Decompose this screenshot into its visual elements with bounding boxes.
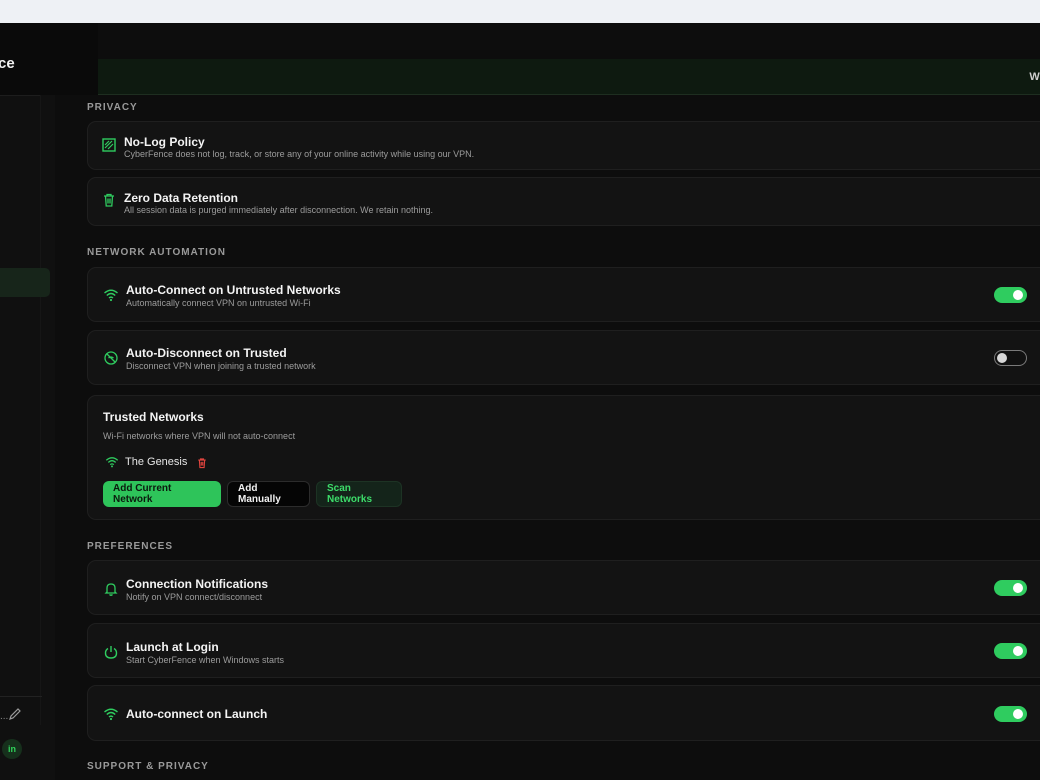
trusted-networks-desc: Wi-Fi networks where VPN will not auto-c… (103, 431, 296, 441)
toggle-knob (1013, 583, 1023, 593)
launch-at-login-title: Launch at Login (126, 640, 219, 654)
auto-connect-untrusted-toggle[interactable] (994, 287, 1027, 303)
trusted-networks-card: Trusted Networks Wi-Fi networks where VP… (87, 395, 1040, 520)
auto-disconnect-trusted-desc: Disconnect VPN when joining a trusted ne… (126, 361, 316, 371)
app-window: ... in ce W PRIVACY No-Log Policy CyberF… (0, 23, 1040, 780)
auto-disconnect-trusted-title: Auto-Disconnect on Trusted (126, 346, 287, 360)
zero-retention-title: Zero Data Retention (124, 191, 239, 205)
auto-disconnect-trusted-card: Auto-Disconnect on Trusted Disconnect VP… (87, 330, 1040, 385)
auto-connect-launch-title: Auto-connect on Launch (126, 707, 268, 721)
trusted-networks-title: Trusted Networks (103, 410, 204, 424)
no-log-title: No-Log Policy (124, 135, 205, 149)
connection-notifications-title: Connection Notifications (126, 577, 268, 591)
add-manually-button[interactable]: Add Manually (227, 481, 310, 507)
brand-divider (0, 95, 40, 96)
auto-connect-launch-toggle[interactable] (994, 706, 1027, 722)
trusted-network-item: The Genesis (105, 454, 208, 470)
trash-icon (101, 192, 117, 208)
wifi-icon (103, 706, 119, 722)
scan-networks-button[interactable]: Scan Networks (316, 481, 402, 507)
wifi-icon (105, 455, 119, 469)
app-title: ce (0, 55, 15, 72)
sidebar-footer-divider (0, 696, 42, 697)
brand-header: ce (0, 23, 98, 95)
edit-icon[interactable] (8, 707, 22, 721)
zero-retention-desc: All session data is purged immediately a… (124, 205, 434, 215)
connection-notifications-toggle[interactable] (994, 580, 1027, 596)
auto-disconnect-trusted-toggle[interactable] (994, 350, 1027, 366)
window-top-bar (0, 0, 1040, 23)
launch-at-login-card: Launch at Login Start CyberFence when Wi… (87, 623, 1040, 678)
no-log-desc: CyberFence does not log, track, or store… (124, 149, 475, 159)
sidebar-divider (40, 95, 41, 725)
wifi-icon (103, 287, 119, 303)
sidebar-item-active[interactable] (0, 268, 50, 297)
no-log-policy-card: No-Log Policy CyberFence does not log, t… (87, 121, 1040, 170)
zero-retention-card: Zero Data Retention All session data is … (87, 177, 1040, 226)
bell-icon (103, 581, 119, 597)
add-current-network-button[interactable]: Add Current Network (103, 481, 221, 507)
delete-network-icon[interactable] (196, 456, 208, 469)
connection-notifications-card: Connection Notifications Notify on VPN c… (87, 560, 1040, 615)
section-title-privacy: PRIVACY (87, 102, 138, 113)
section-title-support-privacy: SUPPORT & PRIVACY (87, 761, 209, 772)
status-banner: W (98, 59, 1040, 95)
section-title-network-automation: NETWORK AUTOMATION (87, 247, 226, 258)
section-title-preferences: PREFERENCES (87, 541, 174, 552)
toggle-knob (1013, 709, 1023, 719)
sidebar: ... in (0, 23, 55, 780)
auto-connect-untrusted-desc: Automatically connect VPN on untrusted W… (126, 298, 311, 308)
toggle-knob (1013, 646, 1023, 656)
launch-at-login-desc: Start CyberFence when Windows starts (126, 655, 285, 665)
trusted-network-name: The Genesis (125, 456, 188, 468)
auto-connect-untrusted-title: Auto-Connect on Untrusted Networks (126, 283, 341, 297)
auto-connect-launch-card: Auto-connect on Launch (87, 685, 1040, 741)
banner-text: W (1029, 71, 1040, 83)
connection-notifications-desc: Notify on VPN connect/disconnect (126, 592, 263, 602)
toggle-knob (997, 353, 1007, 363)
toggle-knob (1013, 290, 1023, 300)
power-icon (103, 644, 119, 660)
wifi-off-icon (103, 350, 119, 366)
launch-at-login-toggle[interactable] (994, 643, 1027, 659)
linkedin-icon[interactable]: in (2, 739, 22, 759)
document-stripes-icon (101, 137, 117, 153)
auto-connect-untrusted-card: Auto-Connect on Untrusted Networks Autom… (87, 267, 1040, 322)
